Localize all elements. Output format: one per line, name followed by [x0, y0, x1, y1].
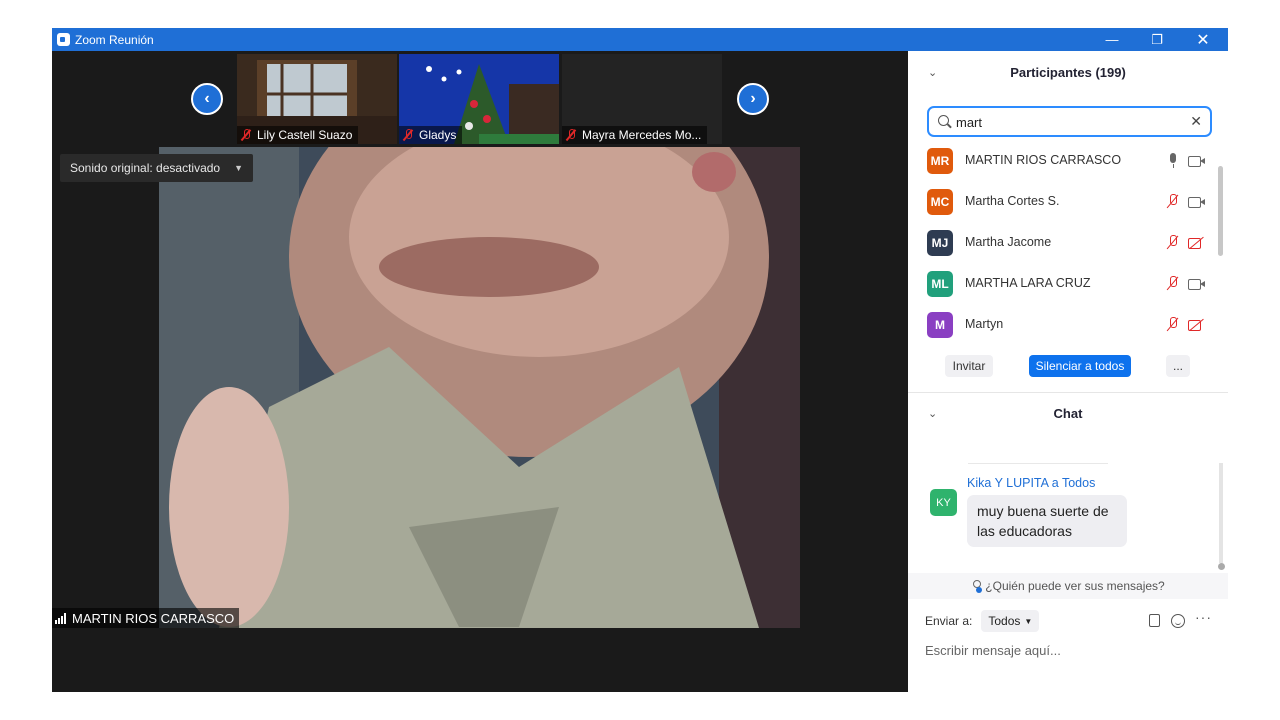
participant-search-box[interactable]: ✕ [927, 106, 1212, 137]
collapse-chevron-icon[interactable]: ⌄ [928, 53, 937, 93]
participant-name: Martyn [965, 317, 1004, 331]
participant-avatar: MJ [927, 230, 953, 256]
chat-title: Chat [1053, 406, 1083, 421]
title-bar: Zoom Reunión — ❐ ✕ [52, 28, 1228, 51]
prev-page-button[interactable]: ‹ [191, 83, 223, 115]
participants-title: Participantes (199) [1010, 65, 1126, 80]
close-button[interactable]: ✕ [1180, 28, 1226, 51]
chat-header: ⌄ Chat [908, 394, 1228, 434]
chat-scrollbar[interactable] [1219, 463, 1223, 563]
participant-search-input[interactable] [956, 113, 1176, 131]
thumbnail-video[interactable]: Gladys [399, 54, 559, 144]
microphone-icon[interactable] [1166, 153, 1180, 169]
thumbnail-name: Gladys [419, 128, 457, 142]
minimize-button[interactable]: — [1089, 28, 1135, 51]
thumbnail-name-bar: Mayra Mercedes Mo... [562, 126, 708, 144]
thumbnail-name-bar: Gladys [399, 126, 463, 144]
mute-all-button[interactable]: Silenciar a todos [1029, 355, 1131, 377]
person-icon [971, 580, 983, 593]
chat-scroll-thumb[interactable] [1218, 563, 1225, 570]
video-camera-icon[interactable] [1188, 196, 1206, 208]
next-page-button[interactable]: › [737, 83, 769, 115]
collapse-chevron-icon[interactable]: ⌄ [928, 394, 937, 434]
zoom-app-icon [57, 33, 70, 46]
chat-message-input[interactable] [925, 640, 1215, 660]
participant-name: Martha Cortes S. [965, 194, 1060, 208]
who-can-see-text: ¿Quién puede ver sus mensajes? [985, 579, 1165, 593]
original-sound-label: Sonido original: desactivado [70, 161, 221, 175]
participant-avatar: MC [927, 189, 953, 215]
participant-name: Martha Jacome [965, 235, 1052, 249]
mic-muted-icon [566, 129, 576, 141]
video-camera-icon[interactable] [1188, 155, 1206, 167]
chat-divider [968, 463, 1108, 464]
participant-list: MR MARTIN RIOS CARRASCO MC Martha Cortes S.… [908, 140, 1220, 340]
send-to-value: Todos [988, 614, 1021, 628]
invite-button[interactable]: Invitar [945, 355, 993, 377]
send-to-dropdown[interactable]: Todos ▼ [981, 610, 1040, 632]
thumbnail-name: Lily Castell Suazo [257, 128, 353, 142]
speaker-name: MARTIN RIOS CARRASCO [72, 610, 235, 626]
send-to-row: Enviar a: Todos ▼ [925, 610, 1040, 632]
participants-header: ⌄ Participantes (199) [908, 53, 1228, 93]
chevron-down-icon: ▼ [234, 163, 244, 173]
participant-avatar: MR [927, 148, 953, 174]
microphone-muted-icon[interactable] [1166, 194, 1180, 210]
video-camera-off-icon[interactable] [1188, 319, 1206, 331]
participant-name: MARTIN RIOS CARRASCO [965, 153, 1122, 167]
emoji-icon[interactable] [1171, 614, 1185, 628]
search-icon [938, 115, 949, 126]
participant-avatar: ML [927, 271, 953, 297]
message-sender[interactable]: Kika Y LUPITA a Todos [967, 476, 1095, 490]
microphone-muted-icon[interactable] [1166, 235, 1180, 251]
file-icon[interactable] [1149, 614, 1160, 627]
panel-divider [908, 392, 1228, 393]
video-camera-off-icon[interactable] [1188, 237, 1206, 249]
participant-name: MARTHA LARA CRUZ [965, 276, 1091, 290]
video-camera-icon[interactable] [1188, 278, 1206, 290]
message-bubble: muy buena suerte de las educadoras [967, 495, 1127, 547]
participant-row[interactable]: ML MARTHA LARA CRUZ [908, 263, 1220, 304]
participant-row[interactable]: M Martyn [908, 304, 1220, 345]
sender-avatar: KY [930, 489, 957, 516]
side-panel: ⌄ Participantes (199) ✕ MR MARTIN RIOS CA… [908, 51, 1228, 692]
thumbnail-name: Mayra Mercedes Mo... [582, 128, 702, 142]
active-speaker-video [159, 147, 800, 628]
thumbnail-video[interactable]: Mayra Mercedes Mo... [562, 54, 722, 144]
send-to-label: Enviar a: [925, 614, 973, 628]
window-title: Zoom Reunión [75, 33, 154, 47]
more-icon[interactable]: ··· [1195, 609, 1212, 625]
restore-button[interactable]: ❐ [1134, 28, 1180, 51]
zoom-window: Zoom Reunión — ❐ ✕ ‹ Lily Castell Suazo [52, 28, 1228, 692]
mic-muted-icon [241, 129, 251, 141]
thumbnail-video[interactable]: Lily Castell Suazo [237, 54, 397, 144]
speaker-video-image [159, 147, 800, 628]
video-area: ‹ Lily Castell Suazo Gladys Mayra Merced… [52, 51, 908, 692]
more-options-button[interactable]: ... [1166, 355, 1190, 377]
participant-row[interactable]: MR MARTIN RIOS CARRASCO [908, 140, 1220, 181]
mic-muted-icon [403, 129, 413, 141]
participant-avatar: M [927, 312, 953, 338]
participant-row[interactable]: MC Martha Cortes S. [908, 181, 1220, 222]
clear-search-icon[interactable]: ✕ [1190, 113, 1202, 130]
thumbnail-name-bar: Lily Castell Suazo [237, 126, 359, 144]
signal-strength-icon [55, 612, 67, 624]
original-sound-dropdown[interactable]: Sonido original: desactivado ▼ [60, 154, 254, 182]
microphone-muted-icon[interactable] [1166, 317, 1180, 333]
speaker-name-bar: MARTIN RIOS CARRASCO [52, 608, 240, 628]
participant-list-scrollbar[interactable] [1218, 166, 1223, 256]
microphone-muted-icon[interactable] [1166, 276, 1180, 292]
who-can-see-link[interactable]: ¿Quién puede ver sus mensajes? [908, 573, 1228, 599]
chevron-down-icon: ▼ [1024, 616, 1033, 626]
participant-row[interactable]: MJ Martha Jacome [908, 222, 1220, 263]
